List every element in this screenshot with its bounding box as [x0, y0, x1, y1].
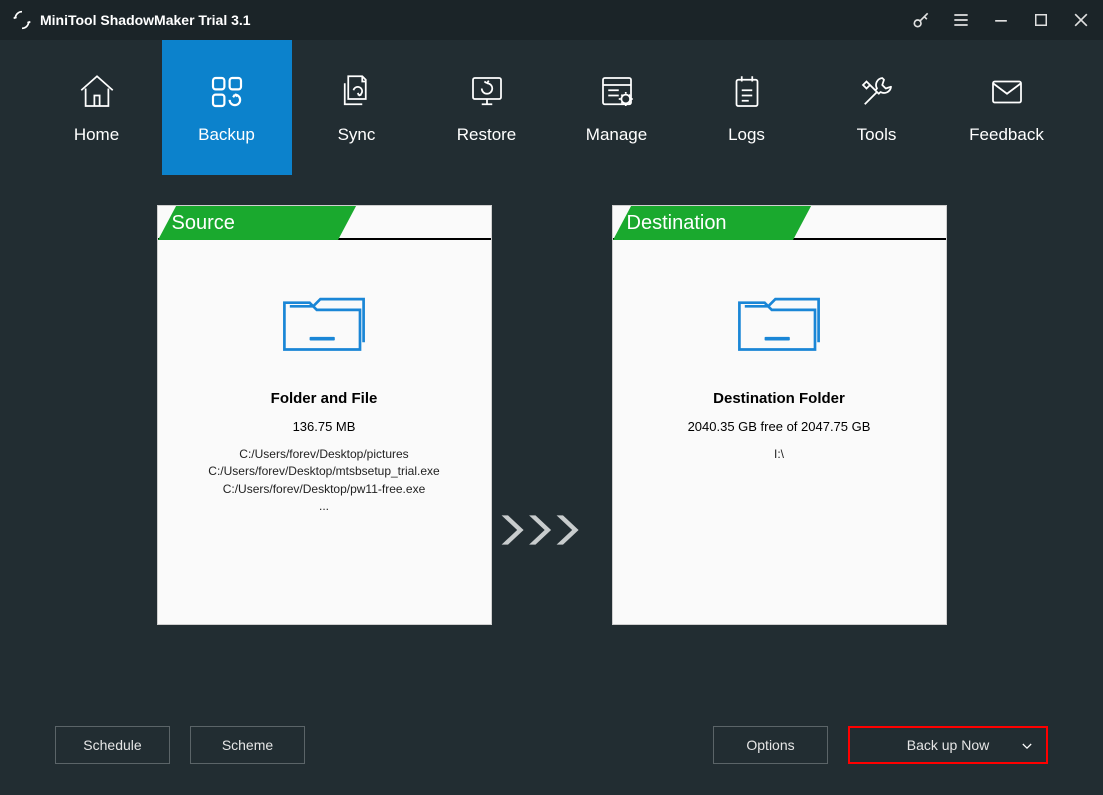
scheme-button[interactable]: Scheme: [190, 726, 305, 764]
tab-home[interactable]: Home: [32, 40, 162, 175]
minimize-icon[interactable]: [991, 10, 1011, 30]
schedule-button[interactable]: Schedule: [55, 726, 170, 764]
close-icon[interactable]: [1071, 10, 1091, 30]
source-size: 136.75 MB: [293, 419, 356, 434]
destination-card[interactable]: Destination Destination Folder 2040.35 G…: [612, 205, 947, 625]
tab-sync[interactable]: Sync: [292, 40, 422, 175]
tab-manage[interactable]: Manage: [552, 40, 682, 175]
destination-path: I:\: [774, 446, 784, 463]
tab-backup[interactable]: Backup: [162, 40, 292, 175]
destination-free: 2040.35 GB free of 2047.75 GB: [688, 419, 871, 434]
nav-tabs: Home Backup Sync Restore Manage: [0, 40, 1103, 175]
title-bar: MiniTool ShadowMaker Trial 3.1: [0, 0, 1103, 40]
tab-tools[interactable]: Tools: [812, 40, 942, 175]
source-paths: C:/Users/forev/Desktop/pictures C:/Users…: [208, 446, 439, 516]
sync-icon: [336, 71, 378, 113]
destination-title: Destination Folder: [713, 390, 845, 407]
backup-icon: [206, 71, 248, 113]
folder-icon: [734, 285, 824, 360]
folder-icon: [279, 285, 369, 360]
arrow-icon: [492, 510, 612, 550]
source-card[interactable]: Source Folder and File 136.75 MB C:/User…: [157, 205, 492, 625]
app-logo-icon: [12, 10, 32, 30]
key-icon[interactable]: [911, 10, 931, 30]
maximize-icon[interactable]: [1031, 10, 1051, 30]
destination-header: Destination: [613, 206, 946, 240]
bottom-bar: Schedule Scheme Options Back up Now: [55, 715, 1048, 775]
tab-logs[interactable]: Logs: [682, 40, 812, 175]
source-header: Source: [158, 206, 491, 240]
source-title: Folder and File: [271, 390, 378, 407]
tools-icon: [856, 71, 898, 113]
app-title: MiniTool ShadowMaker Trial 3.1: [40, 12, 251, 28]
logs-icon: [726, 71, 768, 113]
manage-icon: [596, 71, 638, 113]
home-icon: [76, 71, 118, 113]
caret-down-icon: [1022, 737, 1032, 753]
restore-icon: [466, 71, 508, 113]
feedback-icon: [986, 71, 1028, 113]
backup-now-button[interactable]: Back up Now: [848, 726, 1048, 764]
menu-icon[interactable]: [951, 10, 971, 30]
tab-restore[interactable]: Restore: [422, 40, 552, 175]
tab-feedback[interactable]: Feedback: [942, 40, 1072, 175]
options-button[interactable]: Options: [713, 726, 828, 764]
